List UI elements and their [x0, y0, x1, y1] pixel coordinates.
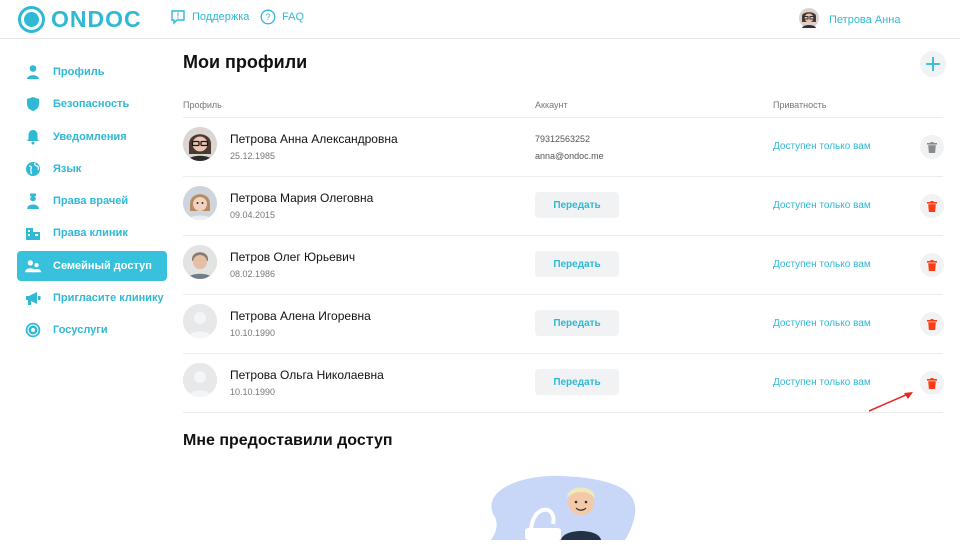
delete-button[interactable] [920, 371, 944, 395]
sidebar-item-security[interactable]: Безопасность [17, 89, 167, 119]
privacy-link[interactable]: Доступен только вам [773, 318, 871, 329]
user-avatar [799, 8, 819, 31]
family-icon [25, 258, 41, 274]
question-icon: ? [260, 9, 276, 25]
profile-birthdate: 08.02.1986 [230, 269, 276, 279]
delete-button[interactable] [920, 135, 944, 159]
privacy-link[interactable]: Доступен только вам [773, 141, 871, 152]
sidebar-item-label: Безопасность [53, 98, 130, 111]
sidebar-item-gosuslugi[interactable]: Госуслуги [17, 315, 167, 345]
account-email: anna@ondoc.me [535, 151, 604, 161]
table-row: Петрова Анна Александровна 25.12.1985 79… [183, 117, 944, 176]
user-menu[interactable]: Петрова Анна [799, 8, 900, 31]
faq-label: FAQ [282, 11, 305, 23]
sidebar-item-profile[interactable]: Профиль [17, 57, 167, 87]
table-row: Петрова Ольга Николаевна 10.10.1990 Пере… [183, 353, 944, 412]
sidebar-item-label: Пригласите клинику [53, 292, 164, 305]
sidebar-item-doctor-rights[interactable]: Права врачей [17, 186, 167, 216]
support-link[interactable]: ! Поддержка [170, 9, 249, 25]
doctor-icon [25, 193, 41, 210]
privacy-link[interactable]: Доступен только вам [773, 259, 871, 270]
column-header-account: Аккаунт [535, 100, 568, 110]
profile-name: Петрова Анна Александровна [230, 132, 398, 146]
profile-avatar-placeholder[interactable] [183, 304, 217, 338]
support-label: Поддержка [192, 11, 250, 23]
top-header: ONDOC ! Поддержка ? FAQ Петрова Анна [0, 0, 960, 39]
page-title: Мои профили [183, 52, 308, 72]
profile-avatar[interactable] [183, 245, 217, 279]
delete-button[interactable] [920, 312, 944, 336]
sidebar-item-invite-clinic[interactable]: Пригласите клинику [17, 283, 167, 313]
faq-link[interactable]: ? FAQ [260, 9, 304, 25]
profile-birthdate: 09.04.2015 [230, 210, 276, 220]
shield-icon [25, 96, 41, 112]
table-bottom-divider [183, 412, 943, 413]
column-header-profile: Профиль [183, 100, 222, 110]
column-header-privacy: Приватность [773, 100, 827, 110]
profile-avatar-placeholder[interactable] [183, 363, 217, 397]
sidebar-item-label: Профиль [53, 66, 105, 78]
sidebar-item-label: Семейный доступ [53, 259, 152, 272]
profile-birthdate: 10.10.1990 [230, 387, 276, 397]
add-profile-button[interactable] [920, 51, 946, 77]
plus-icon [926, 57, 940, 71]
profile-birthdate: 25.12.1985 [230, 151, 276, 161]
table-row: Петров Олег Юрьевич 08.02.1986 Передать … [183, 235, 944, 294]
transfer-button[interactable]: Передать [535, 192, 619, 218]
clinic-icon [25, 225, 41, 241]
settings-sidebar: Профиль Безопасность Уведомления Язык Пр… [17, 57, 167, 348]
profile-name: Петров Олег Юрьевич [230, 250, 356, 264]
globe-icon [25, 161, 41, 177]
transfer-button[interactable]: Передать [535, 369, 619, 395]
logo-text: ONDOC [51, 6, 142, 32]
sidebar-item-notifications[interactable]: Уведомления [17, 122, 167, 152]
trash-icon [927, 259, 937, 271]
user-name: Петрова Анна [829, 13, 901, 26]
privacy-link[interactable]: Доступен только вам [773, 200, 871, 211]
sidebar-item-label: Права врачей [53, 195, 129, 208]
sidebar-item-label: Госуслуги [53, 324, 108, 337]
profile-name: Петрова Ольга Николаевна [230, 368, 384, 382]
transfer-button[interactable]: Передать [535, 251, 619, 277]
sidebar-item-family-access[interactable]: Семейный доступ [17, 250, 167, 281]
trash-icon [927, 377, 937, 389]
empty-state-illustration [483, 474, 643, 540]
sidebar-item-label: Уведомления [53, 130, 127, 143]
sidebar-item-clinic-rights[interactable]: Права клиник [17, 218, 167, 248]
logo-mark [18, 6, 45, 33]
sidebar-item-label: Язык [53, 162, 82, 175]
account-phone: 79312563252 [535, 134, 591, 144]
delete-button[interactable] [920, 253, 944, 277]
sidebar-item-language[interactable]: Язык [17, 154, 167, 184]
trash-icon [927, 141, 937, 153]
trash-icon [927, 318, 937, 330]
megaphone-icon [25, 290, 41, 306]
transfer-button[interactable]: Передать [535, 310, 619, 336]
trash-icon [927, 200, 937, 212]
profile-birthdate: 10.10.1990 [230, 328, 276, 338]
delete-button[interactable] [920, 194, 944, 218]
sidebar-item-label: Права клиник [53, 227, 128, 240]
gosuslugi-icon [25, 322, 41, 338]
bell-icon [25, 129, 41, 145]
table-row: Петрова Мария Олеговна 09.04.2015 Переда… [183, 176, 944, 235]
svg-text:!: ! [177, 12, 180, 21]
annotation-arrow [868, 392, 913, 412]
table-row: Петрова Алена Игоревна 10.10.1990 Переда… [183, 294, 944, 353]
shared-access-title: Мне предоставили доступ [183, 432, 393, 449]
privacy-link[interactable]: Доступен только вам [773, 377, 871, 388]
chat-icon: ! [170, 9, 186, 25]
profile-avatar[interactable] [183, 186, 217, 220]
person-icon [25, 64, 41, 80]
profile-avatar[interactable] [183, 127, 217, 161]
profile-name: Петрова Алена Игоревна [230, 309, 371, 323]
profile-name: Петрова Мария Олеговна [230, 191, 374, 205]
ondoc-logo[interactable]: ONDOC [18, 6, 142, 33]
svg-text:?: ? [265, 12, 270, 22]
